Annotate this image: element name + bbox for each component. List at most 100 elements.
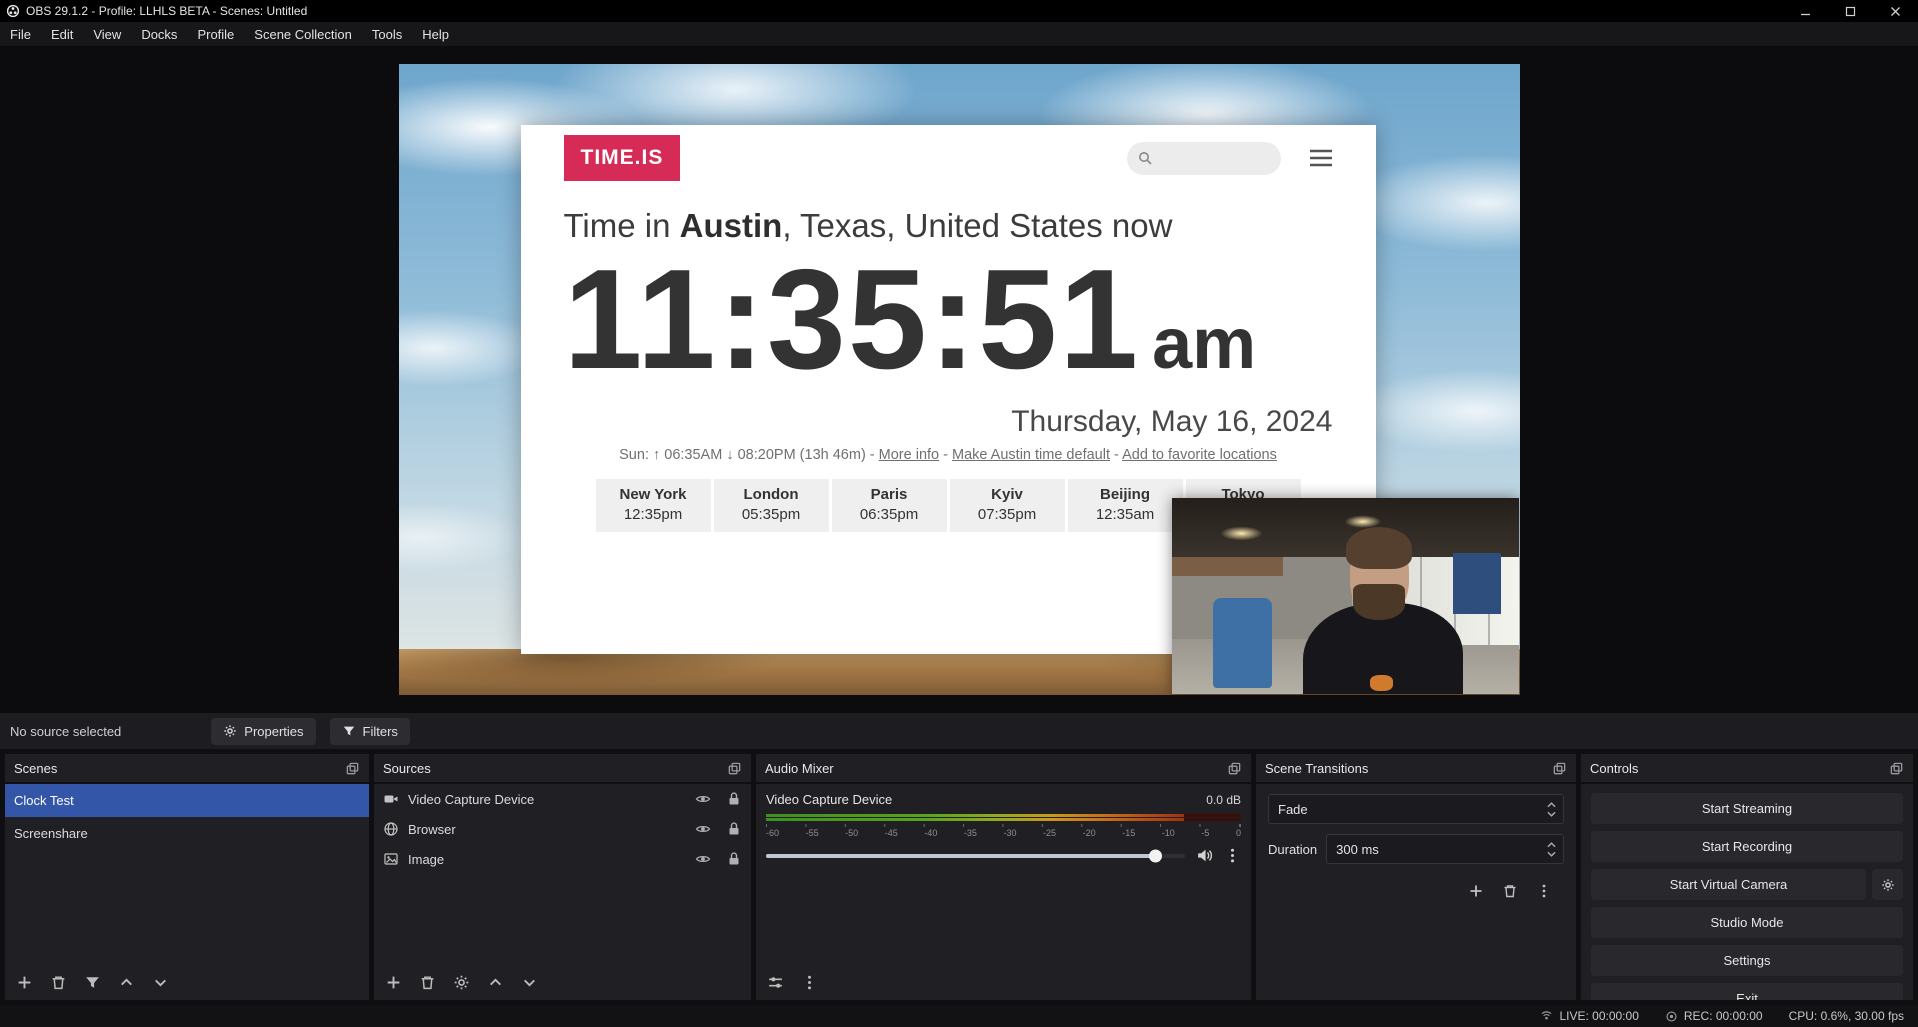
- start-recording-button[interactable]: Start Recording: [1591, 831, 1903, 862]
- scene-transitions-title: Scene Transitions: [1265, 761, 1368, 776]
- controls-panel: Controls Start Streaming Start Recording…: [1581, 754, 1913, 1000]
- popout-icon[interactable]: [1889, 761, 1904, 776]
- visibility-eye-icon[interactable]: [695, 851, 711, 867]
- globe-icon: [383, 821, 399, 837]
- add-scene-icon[interactable]: [16, 974, 33, 991]
- studio-mode-button[interactable]: Studio Mode: [1591, 907, 1903, 938]
- move-scene-up-icon[interactable]: [118, 974, 135, 991]
- sources-panel-header[interactable]: Sources: [374, 754, 751, 784]
- move-scene-down-icon[interactable]: [152, 974, 169, 991]
- menu-scene-collection[interactable]: Scene Collection: [244, 22, 362, 46]
- source-item-browser[interactable]: Browser: [374, 814, 751, 844]
- start-virtual-camera-button[interactable]: Start Virtual Camera: [1591, 869, 1866, 900]
- popout-icon[interactable]: [727, 761, 742, 776]
- speaker-icon[interactable]: [1196, 847, 1213, 864]
- filters-label: Filters: [363, 724, 398, 739]
- stream-status-icon: [1540, 1010, 1553, 1023]
- exit-button[interactable]: Exit: [1591, 983, 1903, 1000]
- duration-label: Duration: [1268, 842, 1317, 857]
- add-source-icon[interactable]: [385, 974, 402, 991]
- sources-panel: Sources Video Capture Device Browser: [374, 754, 751, 1000]
- audio-mixer-header[interactable]: Audio Mixer: [756, 754, 1251, 784]
- scene-transitions-panel: Scene Transitions Fade Duration 300 ms: [1256, 754, 1576, 1000]
- scene-item-clock-test[interactable]: Clock Test: [5, 784, 369, 817]
- duration-value: 300 ms: [1336, 842, 1379, 857]
- source-properties-gear-icon[interactable]: [453, 974, 470, 991]
- minimize-button[interactable]: [1783, 0, 1828, 22]
- add-transition-button[interactable]: [1464, 879, 1488, 903]
- visibility-eye-icon[interactable]: [695, 821, 711, 837]
- channel-options-dots-icon[interactable]: [1224, 847, 1241, 864]
- settings-button[interactable]: Settings: [1591, 945, 1903, 976]
- virtual-camera-config-button[interactable]: [1872, 869, 1903, 900]
- gear-icon: [1881, 878, 1895, 892]
- volume-slider[interactable]: [766, 854, 1185, 858]
- visibility-eye-icon[interactable]: [695, 791, 711, 807]
- rec-status: REC: 00:00:00: [1665, 1009, 1763, 1023]
- move-source-up-icon[interactable]: [487, 974, 504, 991]
- scene-item-screenshare[interactable]: Screenshare: [5, 817, 369, 850]
- move-source-down-icon[interactable]: [521, 974, 538, 991]
- remove-source-icon[interactable]: [419, 974, 436, 991]
- volume-slider-handle[interactable]: [1149, 849, 1162, 862]
- preview-canvas[interactable]: TIME.IS Time in Austin, Texas, United St…: [399, 64, 1520, 695]
- menu-profile[interactable]: Profile: [187, 22, 244, 46]
- scenes-panel: Scenes Clock Test Screenshare: [5, 754, 369, 1000]
- dock-area: Scenes Clock Test Screenshare Sources: [0, 749, 1918, 1005]
- properties-button[interactable]: Properties: [211, 718, 315, 745]
- source-status-text: No source selected: [10, 724, 121, 739]
- menu-docks[interactable]: Docks: [131, 22, 187, 46]
- lock-icon[interactable]: [726, 851, 742, 867]
- scenes-panel-header[interactable]: Scenes: [5, 754, 369, 784]
- webcam-person: [1303, 525, 1463, 694]
- scene-filters-icon[interactable]: [84, 974, 101, 991]
- timeis-clock: 11:35:51 am: [564, 249, 1333, 391]
- advanced-audio-icon[interactable]: [767, 974, 784, 991]
- menu-tools[interactable]: Tools: [362, 22, 412, 46]
- city-card: Kyiv07:35pm: [950, 479, 1065, 532]
- webcam-source-content: [1172, 498, 1519, 694]
- titlebar[interactable]: OBS 29.1.2 - Profile: LLHLS BETA - Scene…: [0, 0, 1918, 22]
- source-item-video-capture[interactable]: Video Capture Device: [374, 784, 751, 814]
- timeis-sun-line: Sun: ↑ 06:35AM ↓ 08:20PM (13h 46m) - Mor…: [564, 447, 1333, 463]
- chevron-down-icon[interactable]: [1547, 851, 1556, 857]
- hamburger-menu-icon: [1309, 149, 1333, 167]
- chevron-down-icon[interactable]: [1547, 811, 1556, 817]
- chevron-up-icon[interactable]: [1547, 842, 1556, 848]
- city-card: Beijing12:35am: [1068, 479, 1183, 532]
- start-streaming-button[interactable]: Start Streaming: [1591, 793, 1903, 824]
- scene-transitions-header[interactable]: Scene Transitions: [1256, 754, 1576, 784]
- obs-logo-icon: [6, 4, 20, 18]
- duration-spinbox[interactable]: 300 ms: [1326, 834, 1564, 864]
- filter-icon: [342, 724, 356, 738]
- remove-scene-icon[interactable]: [50, 974, 67, 991]
- popout-icon[interactable]: [345, 761, 360, 776]
- audio-mixer-title: Audio Mixer: [765, 761, 834, 776]
- menu-file[interactable]: File: [0, 22, 41, 46]
- menu-view[interactable]: View: [83, 22, 131, 46]
- close-icon: [1890, 6, 1901, 17]
- popout-icon[interactable]: [1227, 761, 1242, 776]
- lock-icon[interactable]: [726, 821, 742, 837]
- maximize-button[interactable]: [1828, 0, 1873, 22]
- close-button[interactable]: [1873, 0, 1918, 22]
- transition-properties-button[interactable]: [1532, 879, 1556, 903]
- menu-edit[interactable]: Edit: [41, 22, 83, 46]
- city-card: London05:35pm: [714, 479, 829, 532]
- menu-help[interactable]: Help: [412, 22, 459, 46]
- sources-list: Video Capture Device Browser: [374, 784, 751, 964]
- trash-icon: [1502, 883, 1518, 899]
- transition-select[interactable]: Fade: [1268, 794, 1564, 824]
- mixer-options-dots-icon[interactable]: [801, 974, 818, 991]
- clock-time: 11:35:51: [564, 249, 1141, 391]
- remove-transition-button[interactable]: [1498, 879, 1522, 903]
- lock-icon[interactable]: [726, 791, 742, 807]
- source-item-image[interactable]: Image: [374, 844, 751, 874]
- controls-panel-header[interactable]: Controls: [1581, 754, 1913, 784]
- popout-icon[interactable]: [1552, 761, 1567, 776]
- chevron-up-icon[interactable]: [1547, 802, 1556, 808]
- filters-button[interactable]: Filters: [330, 718, 410, 745]
- image-icon: [383, 851, 399, 867]
- properties-label: Properties: [244, 724, 303, 739]
- source-toolbar: No source selected Properties Filters: [0, 712, 1918, 749]
